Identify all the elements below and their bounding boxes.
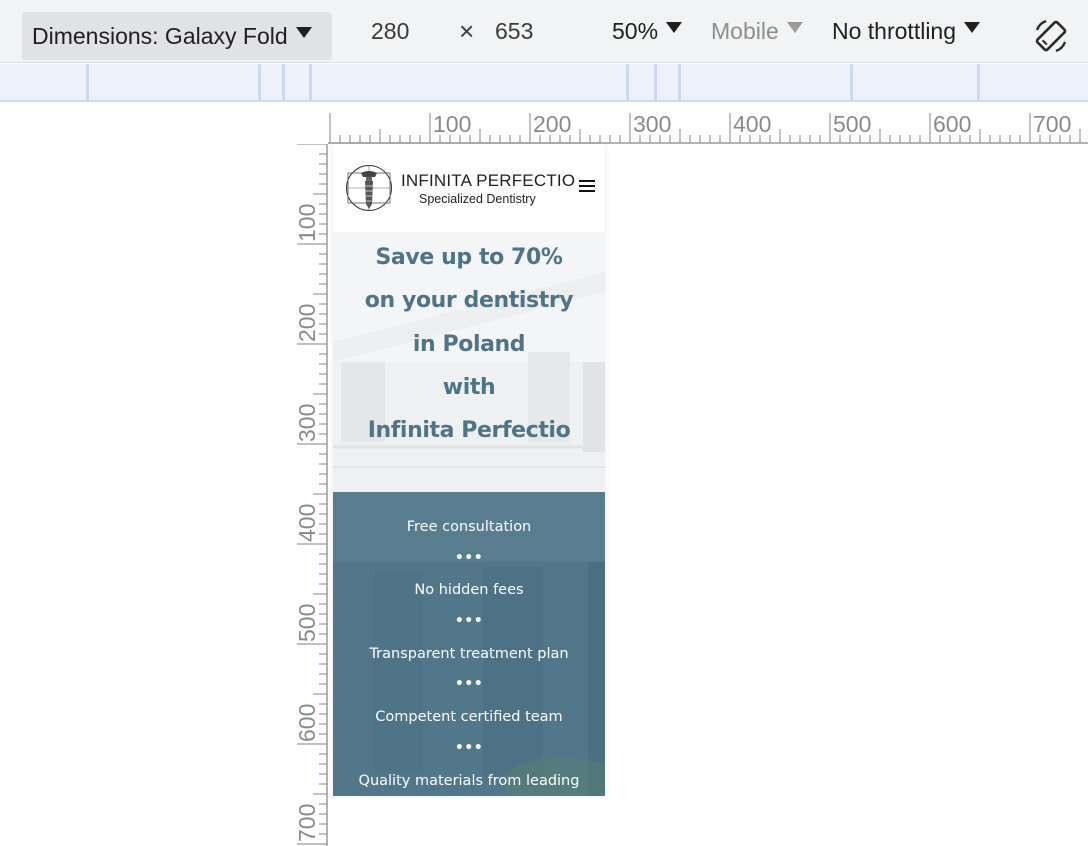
media-query-marker[interactable]	[850, 64, 853, 100]
dimensions-dropdown[interactable]: Dimensions: Galaxy Fold	[22, 12, 332, 60]
media-query-marker[interactable]	[977, 64, 980, 100]
dimensions-label: Dimensions: Galaxy Fold	[32, 22, 288, 49]
hero-line: Save up to 70%	[375, 245, 563, 270]
ruler-label: 300	[633, 112, 671, 137]
separator-dots: •••	[454, 739, 484, 756]
separator-dots: •••	[454, 549, 484, 566]
zoom-dropdown[interactable]: 50%	[612, 0, 683, 63]
separator-dots: •••	[454, 613, 484, 630]
device-type-value: Mobile	[711, 18, 779, 44]
device-toolbar: Dimensions: Galaxy Fold 280 × 653 50% Mo…	[0, 0, 1088, 63]
brand-tagline: Specialized Dentistry	[419, 192, 536, 206]
list-item: Competent certified team	[375, 709, 563, 726]
hero-section: Save up to 70% on your dentistry in Pola…	[333, 232, 605, 492]
site-header: INFINITA PERFECTIO Specialized Dentistry	[333, 144, 605, 232]
list-item: No hidden fees	[414, 582, 524, 599]
device-type-dropdown[interactable]: Mobile	[711, 0, 803, 63]
throttling-dropdown[interactable]: No throttling	[832, 0, 981, 63]
features-section: Free consultation ••• No hidden fees •••…	[333, 492, 605, 796]
ruler-label: 200	[533, 112, 571, 137]
brand-name[interactable]: INFINITA PERFECTIO	[401, 171, 575, 191]
ruler-label: 600	[296, 704, 320, 742]
media-query-marker[interactable]	[282, 64, 285, 100]
ruler-label: 100	[433, 112, 471, 137]
ruler-label: 200	[296, 304, 320, 342]
media-query-marker[interactable]	[678, 64, 681, 100]
media-query-marker[interactable]	[309, 64, 312, 100]
width-input[interactable]: 280	[371, 0, 409, 63]
hero-line: Infinita Perfectio	[367, 418, 571, 444]
ruler-label: 300	[296, 404, 320, 442]
horizontal-ruler: 100 200 300 400 500 600 700	[328, 112, 1088, 144]
separator-dots: •••	[454, 676, 484, 693]
caret-down-icon	[666, 22, 683, 33]
ruler-label: 400	[733, 112, 771, 137]
hero-line: in Poland	[412, 331, 526, 357]
hero-line: on your dentistry	[364, 288, 574, 314]
height-input[interactable]: 653	[495, 0, 533, 63]
ruler-labels: 100 200 300 400 500 600 700	[433, 112, 1071, 137]
ruler-label: 400	[296, 504, 320, 542]
media-query-marker[interactable]	[86, 64, 89, 100]
caret-down-icon	[786, 22, 803, 33]
list-item: Free consultation	[406, 519, 532, 535]
ruler-label: 500	[833, 112, 871, 137]
hamburger-menu-icon[interactable]	[579, 180, 595, 194]
menu-bar	[579, 185, 595, 187]
ruler-label: 600	[933, 112, 971, 137]
list-item: Quality materials from leading	[358, 772, 580, 789]
feature-list: Free consultation ••• No hidden fees •••…	[333, 516, 605, 796]
ruler-labels: 100 200 300 400 500 600 700	[296, 204, 320, 842]
caret-down-icon	[295, 26, 312, 38]
hero-line: with	[442, 374, 496, 400]
throttling-value: No throttling	[832, 18, 957, 44]
device-viewport: INFINITA PERFECTIO Specialized Dentistry…	[333, 144, 605, 796]
media-query-marker[interactable]	[626, 64, 629, 100]
zoom-value: 50%	[612, 18, 659, 44]
menu-bar	[579, 180, 595, 182]
media-query-bar[interactable]	[0, 64, 1088, 102]
times-icon: ×	[459, 16, 475, 46]
vertical-ruler: 100 200 300 400 500 600 700	[296, 144, 328, 846]
menu-bar	[579, 190, 595, 192]
ruler-label: 700	[1033, 112, 1071, 137]
tooth-implant-logo-icon[interactable]	[345, 164, 393, 212]
rotate-icon[interactable]	[1031, 16, 1071, 56]
caret-down-icon	[964, 22, 981, 33]
hero-headline: Save up to 70% on your dentistry in Pola…	[333, 236, 605, 452]
media-query-marker[interactable]	[258, 64, 261, 100]
ruler-label: 500	[296, 604, 320, 642]
ruler-label: 100	[296, 204, 320, 242]
ruler-label: 700	[296, 804, 320, 842]
list-item: Transparent treatment plan	[369, 645, 569, 662]
media-query-marker[interactable]	[654, 64, 657, 100]
